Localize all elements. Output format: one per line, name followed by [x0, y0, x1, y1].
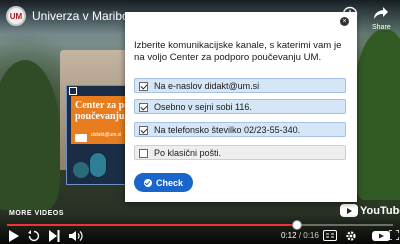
progress-knob[interactable] [291, 220, 302, 230]
card-illustration-body [89, 152, 107, 178]
option-1-label: Na e-naslov didakt@um.si [154, 81, 260, 91]
time-display: 0:12 / 0:16 [281, 231, 319, 240]
captions-icon [323, 230, 337, 241]
channel-logo[interactable]: UM [6, 6, 26, 26]
youtube-small-icon [372, 231, 390, 241]
close-button[interactable]: × [340, 17, 349, 26]
option-3[interactable]: Na telefonsko številko 02/23-55-340. [134, 122, 346, 137]
progress-bar[interactable] [7, 220, 393, 230]
quiz-question: Izberite komunikacijske kanale, s kateri… [134, 40, 342, 63]
option-2-label: Osebno v sejni sobi 116. [154, 102, 252, 112]
fullscreen-button[interactable] [388, 229, 400, 243]
controls-shade [0, 214, 400, 244]
check-circle-icon [143, 178, 152, 187]
volume-icon [69, 231, 83, 241]
video-title[interactable]: Univerza v Mariboru (Kra [32, 9, 126, 23]
card-illustration-head [73, 162, 89, 178]
settings-button[interactable] [345, 230, 357, 244]
next-button[interactable] [49, 230, 60, 244]
checkbox-1[interactable] [139, 82, 148, 91]
checkbox-4[interactable] [139, 149, 148, 158]
check-button[interactable]: Check [134, 173, 193, 192]
duration: / 0:16 [298, 231, 319, 240]
check-button-label: Check [155, 177, 183, 188]
captions-button[interactable] [323, 230, 337, 244]
fullscreen-icon [388, 229, 400, 241]
progress-fill [7, 224, 297, 226]
share-icon [374, 7, 389, 19]
option-2[interactable]: Osebno v sejni sobi 116. [134, 99, 346, 114]
card-banner: Center za pod poučevanju U didakt@um.si [71, 96, 135, 144]
card-subtitle: didakt@um.si [91, 132, 122, 138]
checkbox-2[interactable] [139, 103, 148, 112]
settings-icon [346, 231, 356, 241]
share-button[interactable]: Share [372, 6, 391, 31]
envelope-icon [75, 134, 87, 142]
checkbox-3[interactable] [139, 126, 148, 135]
option-4-label: Po klasični pošti. [154, 148, 222, 158]
option-3-label: Na telefonsko številko 02/23-55-340. [154, 125, 301, 135]
close-icon: × [342, 18, 347, 25]
option-4[interactable]: Po klasični pošti. [134, 145, 346, 160]
card-title-line2: poučevanju U [75, 111, 135, 122]
current-time: 0:12 [281, 231, 297, 240]
video-card[interactable]: Center za pod poučevanju U didakt@um.si [66, 85, 135, 185]
tree-right [352, 30, 400, 200]
volume-button[interactable] [69, 230, 83, 244]
next-icon [49, 230, 60, 242]
replay-icon [28, 230, 40, 242]
share-label: Share [372, 24, 391, 31]
external-link-icon [69, 87, 77, 95]
youtube-link-button[interactable] [372, 230, 390, 244]
option-1[interactable]: Na e-naslov didakt@um.si [134, 78, 346, 93]
card-title-line1: Center za pod [75, 100, 135, 111]
tree-left [0, 60, 60, 210]
quiz-overlay: × Izberite komunikacijske kanale, s kate… [125, 12, 357, 202]
play-button[interactable] [8, 230, 19, 244]
replay-button[interactable] [28, 230, 40, 244]
play-icon [9, 230, 19, 242]
